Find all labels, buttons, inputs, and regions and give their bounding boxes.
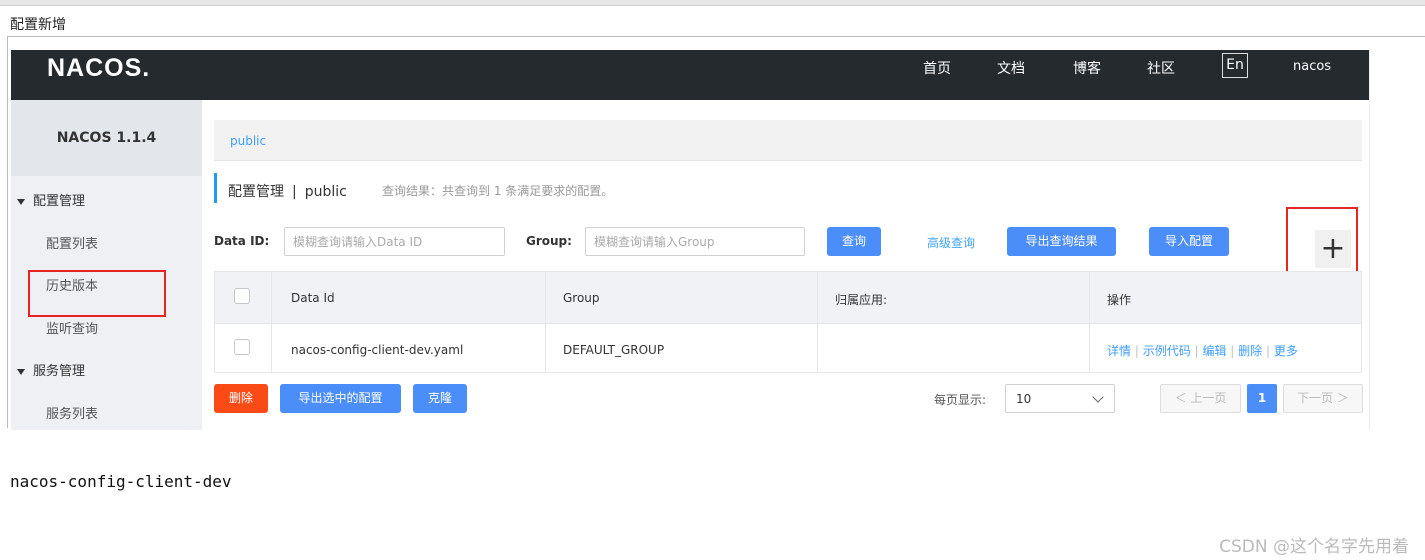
clone-button[interactable]: 克隆 — [413, 384, 467, 413]
panel-right-edge — [1369, 50, 1370, 430]
row-checkbox[interactable] — [234, 339, 250, 355]
column-divider — [817, 272, 818, 372]
op-sample-code-link[interactable]: 示例代码 — [1143, 344, 1191, 358]
group-label: Group: — [526, 234, 572, 248]
window-top-strip — [0, 0, 1425, 6]
query-button[interactable]: 查询 — [827, 227, 881, 256]
column-header-operations: 操作 — [1107, 293, 1132, 307]
page-title-text: 配置管理 — [228, 184, 284, 200]
delete-button[interactable]: 删除 — [214, 384, 268, 413]
data-id-input[interactable] — [284, 227, 505, 256]
sidebar-group-service[interactable]: 服务管理 — [11, 360, 85, 379]
op-separator: | — [1134, 344, 1139, 358]
import-config-button[interactable]: 导入配置 — [1149, 227, 1229, 256]
advanced-query-link[interactable]: 高级查询 — [927, 234, 975, 251]
sidebar-item-listener-query[interactable]: 监听查询 — [46, 318, 98, 337]
caret-down-icon — [17, 368, 25, 375]
cell-data-id: nacos-config-client-dev.yaml — [291, 343, 464, 357]
table-header: Data Id Group 归属应用: 操作 — [215, 272, 1361, 323]
page-title: 配置管理 | public — [228, 181, 347, 201]
chevron-down-icon — [1092, 391, 1104, 403]
sidebar-group-label: 配置管理 — [33, 194, 86, 209]
namespace-bar: public — [214, 120, 1362, 161]
caret-down-icon — [17, 198, 25, 205]
table-row: nacos-config-client-dev.yaml DEFAULT_GRO… — [215, 323, 1361, 372]
nacos-logo[interactable]: NACOS. — [47, 54, 150, 83]
op-separator: | — [1230, 344, 1235, 358]
query-result-text: 查询结果：共查询到 1 条满足要求的配置。 — [382, 184, 614, 198]
config-table: Data Id Group 归属应用: 操作 nacos-config-clie… — [214, 271, 1362, 373]
op-more-link[interactable]: 更多 — [1274, 344, 1298, 358]
dialog-left-border — [7, 36, 8, 428]
prev-page-button[interactable]: ＜ 上一页 — [1160, 384, 1241, 413]
column-header-group: Group — [563, 291, 600, 305]
dialog-divider — [7, 36, 1425, 37]
page-title-namespace: public — [304, 184, 347, 200]
select-all-checkbox[interactable] — [234, 288, 250, 304]
page-size-label: 每页显示: — [934, 393, 987, 407]
op-delete-link[interactable]: 删除 — [1238, 344, 1262, 358]
column-divider — [271, 272, 272, 372]
op-edit-link[interactable]: 编辑 — [1202, 344, 1226, 358]
nacos-console-screenshot: NACOS. 首页 文档 博客 社区 En nacos NACOS 1.1.4 … — [11, 50, 1369, 430]
sidebar-group-label: 服务管理 — [33, 364, 86, 379]
next-page-button[interactable]: 下一页 ＞ — [1283, 384, 1363, 413]
column-header-app: 归属应用: — [835, 293, 888, 307]
page-size-select[interactable]: 10 — [1005, 384, 1115, 413]
sidebar-item-service-list[interactable]: 服务列表 — [46, 403, 98, 422]
cell-group: DEFAULT_GROUP — [563, 343, 665, 357]
column-divider — [545, 272, 546, 372]
nav-docs[interactable]: 文档 — [997, 58, 1025, 78]
group-input[interactable] — [585, 227, 805, 256]
row-operations: 详情 | 示例代码 | 编辑 | 删除 | 更多 — [1107, 342, 1298, 359]
data-id-text: nacos-config-client-dev — [10, 472, 232, 491]
sidebar-version: NACOS 1.1.4 — [11, 100, 202, 176]
export-selected-button[interactable]: 导出选中的配置 — [280, 384, 401, 413]
csdn-watermark: CSDN @这个名字先用着 — [1219, 537, 1409, 557]
namespace-public-link[interactable]: public — [230, 134, 266, 148]
nav-blog[interactable]: 博客 — [1073, 58, 1101, 78]
page-size-value: 10 — [1016, 392, 1032, 406]
sidebar: NACOS 1.1.4 配置管理 配置列表 历史版本 监听查询 服务管理 服务列… — [11, 100, 202, 430]
language-switch[interactable]: En — [1222, 53, 1248, 78]
title-accent-bar — [214, 173, 217, 203]
user-menu[interactable]: nacos — [1293, 59, 1331, 74]
nav-community[interactable]: 社区 — [1147, 58, 1175, 78]
sidebar-item-config-list[interactable]: 配置列表 — [46, 233, 98, 252]
export-results-button[interactable]: 导出查询结果 — [1007, 227, 1116, 256]
column-header-data-id: Data Id — [291, 291, 335, 305]
data-id-label: Data ID: — [214, 234, 270, 248]
column-divider — [1089, 272, 1090, 372]
nav-home[interactable]: 首页 — [923, 58, 951, 78]
op-separator: | — [1266, 344, 1271, 358]
top-header: NACOS. 首页 文档 博客 社区 En nacos — [11, 50, 1369, 100]
page-title-separator: | — [292, 184, 297, 200]
op-detail-link[interactable]: 详情 — [1107, 344, 1131, 358]
dialog-title: 配置新增 — [10, 17, 66, 33]
current-page-button[interactable]: 1 — [1247, 384, 1277, 413]
op-separator: | — [1194, 344, 1199, 358]
sidebar-group-config[interactable]: 配置管理 — [11, 190, 85, 209]
highlight-box-config-list — [28, 270, 166, 317]
